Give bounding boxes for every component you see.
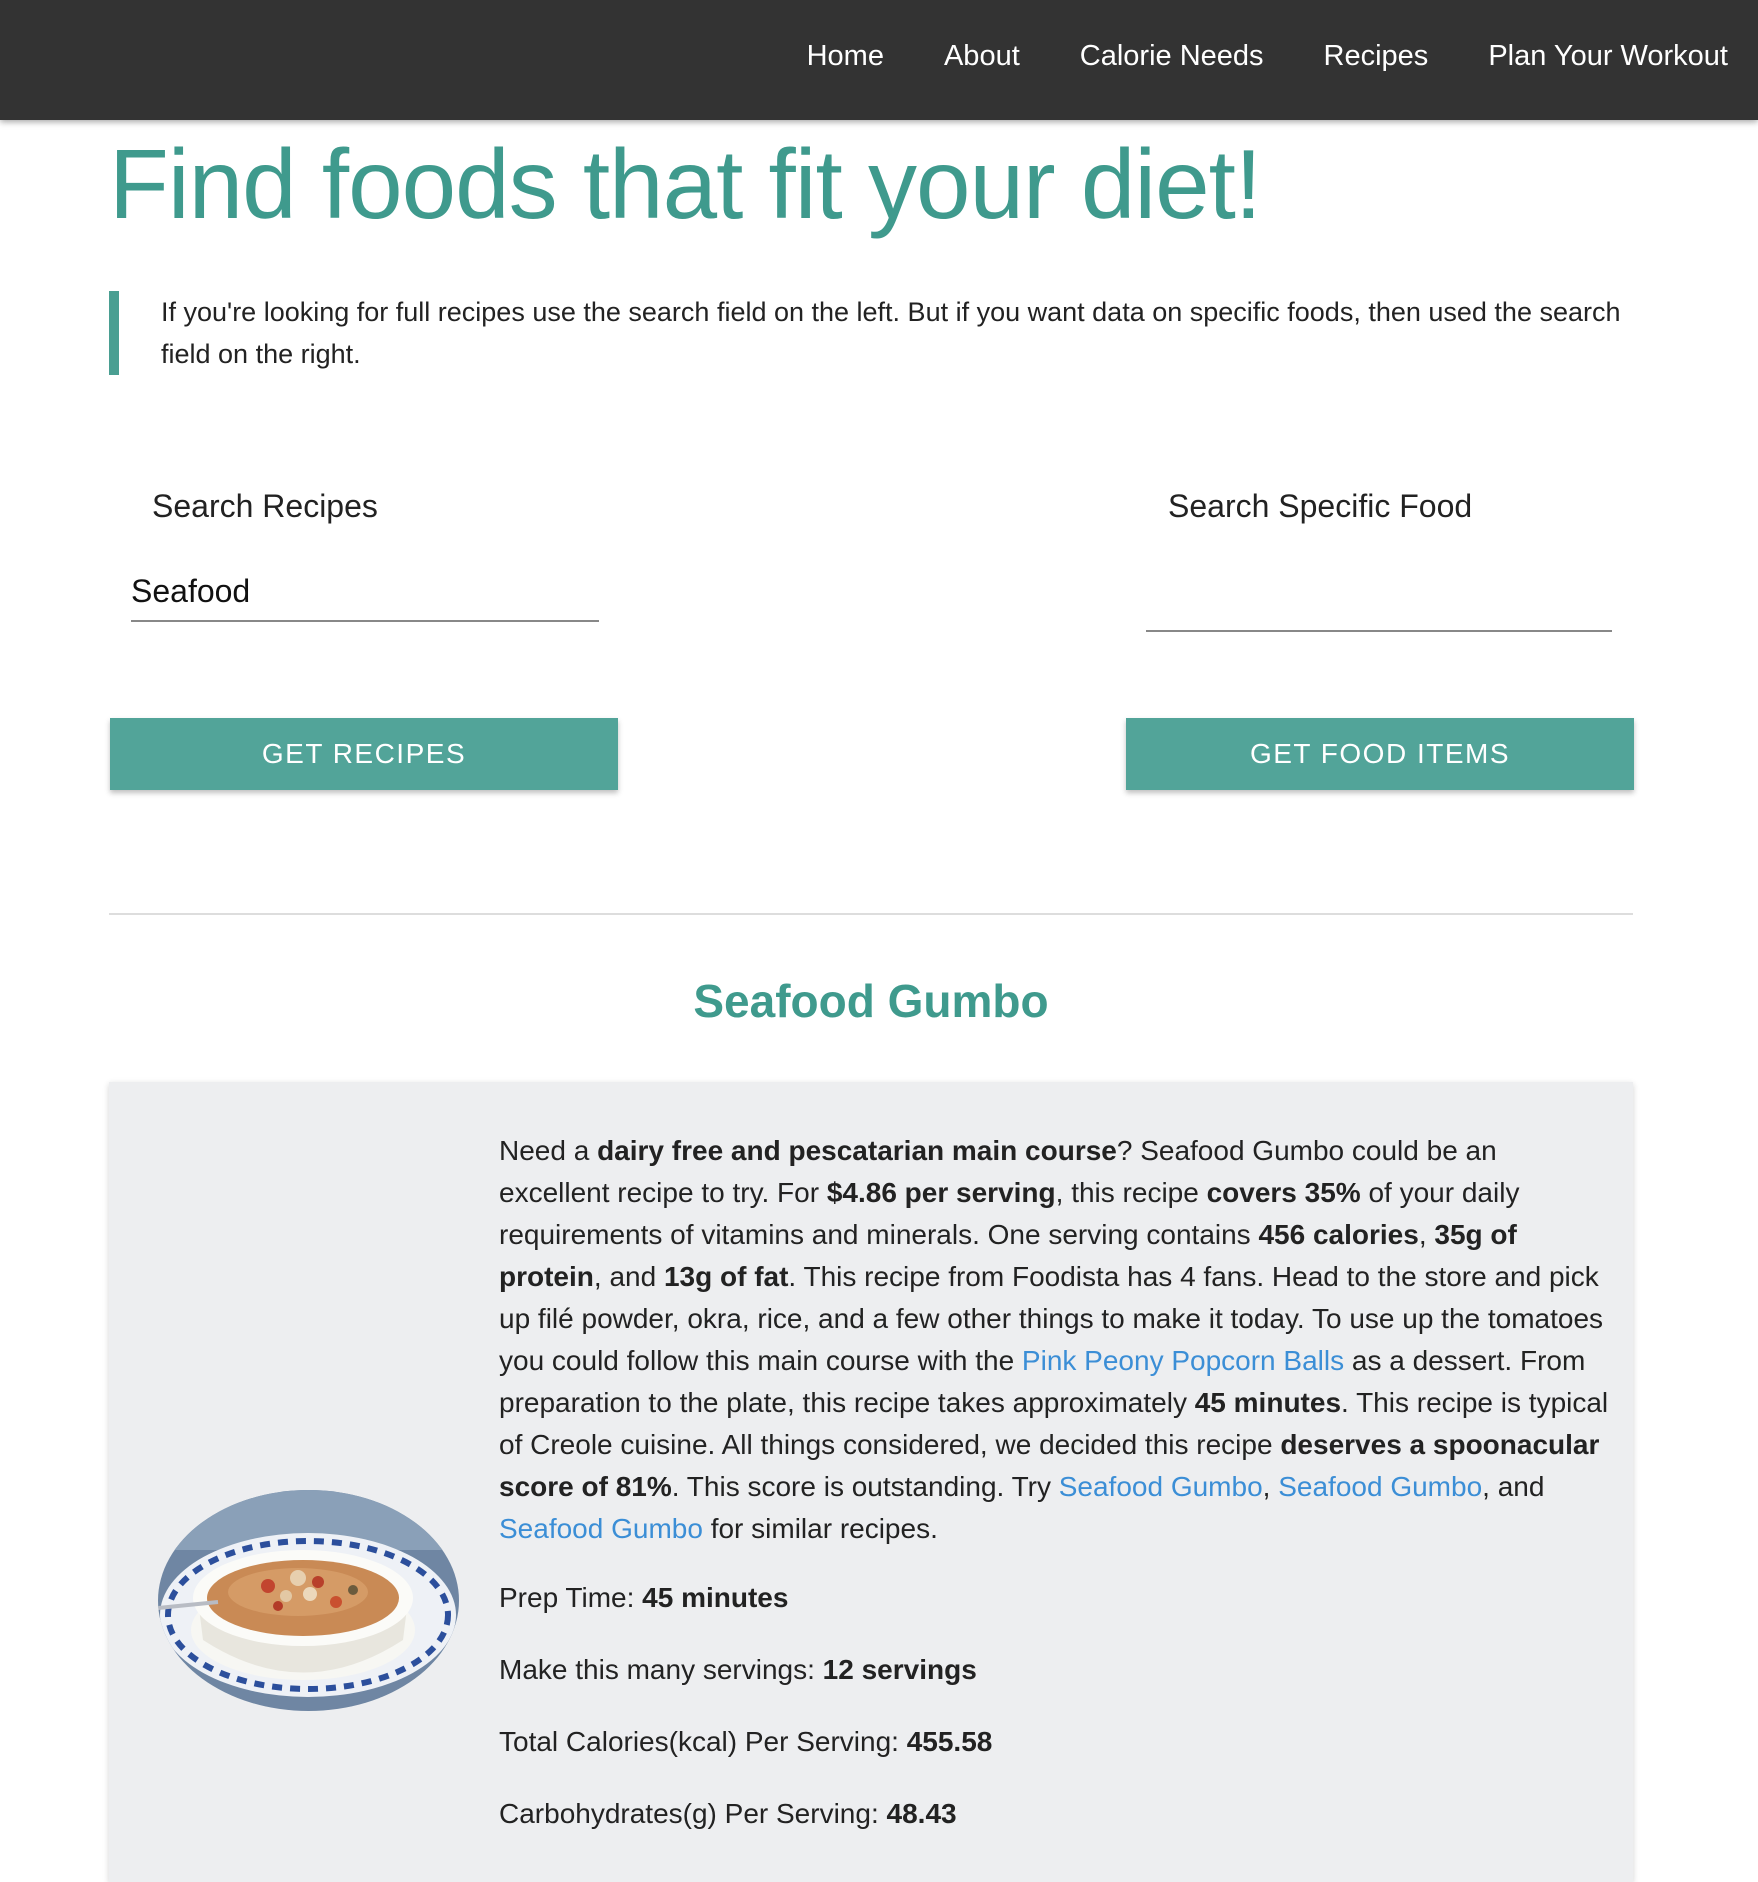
- carbs-per-serving: Carbohydrates(g) Per Serving: 48.43: [499, 1798, 957, 1830]
- summary-bold: 45 minutes: [1194, 1387, 1342, 1418]
- summary-bold: covers 35%: [1206, 1177, 1361, 1208]
- nav-link-about[interactable]: About: [914, 42, 1050, 71]
- servings-value: 12 servings: [822, 1654, 977, 1685]
- summary-text: for similar recipes.: [702, 1513, 938, 1544]
- prep-time: Prep Time: 45 minutes: [499, 1582, 788, 1614]
- calories-value: 455.58: [906, 1726, 993, 1757]
- nav-links: Home About Calorie Needs Recipes Plan Yo…: [777, 0, 1758, 113]
- summary-text: ,: [1262, 1471, 1279, 1502]
- carbs-label: Carbohydrates(g) Per Serving:: [499, 1798, 887, 1829]
- summary-text: , this recipe: [1055, 1177, 1207, 1208]
- calories-label: Total Calories(kcal) Per Serving:: [499, 1726, 907, 1757]
- get-recipes-button[interactable]: Get Recipes: [110, 718, 618, 790]
- summary-bold: dairy free and pescatarian main course: [597, 1135, 1117, 1166]
- link-similar-recipe-3[interactable]: Seafood Gumbo: [499, 1513, 703, 1544]
- summary-text: ,: [1418, 1219, 1435, 1250]
- summary-bold: $4.86 per serving: [826, 1177, 1056, 1208]
- search-recipes-label: Search Recipes: [152, 488, 378, 524]
- recipe-summary: Need a dairy free and pescatarian main c…: [499, 1130, 1609, 1550]
- search-food-input[interactable]: [1146, 572, 1612, 632]
- summary-text: Need a: [499, 1135, 598, 1166]
- recipe-title: Seafood Gumbo: [693, 975, 1049, 1027]
- summary-bold: 456 calories: [1258, 1219, 1419, 1250]
- page-title: Find foods that fit your diet!: [109, 129, 1262, 239]
- calories-per-serving: Total Calories(kcal) Per Serving: 455.58: [499, 1726, 992, 1758]
- get-food-items-button[interactable]: Get Food Items: [1126, 718, 1634, 790]
- search-food-label: Search Specific Food: [1168, 488, 1473, 524]
- link-similar-recipe-1[interactable]: Seafood Gumbo: [1059, 1471, 1263, 1502]
- search-recipes-input[interactable]: [131, 562, 599, 622]
- summary-text: , and: [593, 1261, 664, 1292]
- recipe-card: Need a dairy free and pescatarian main c…: [109, 1082, 1633, 1882]
- servings-label: Make this many servings:: [499, 1654, 823, 1685]
- prep-time-label: Prep Time:: [499, 1582, 643, 1613]
- carbs-value: 48.43: [886, 1798, 957, 1829]
- summary-text: . This score is outstanding. Try: [671, 1471, 1059, 1502]
- nav-link-home[interactable]: Home: [777, 42, 914, 71]
- section-divider: [109, 913, 1633, 915]
- nav-link-plan-your-workout[interactable]: Plan Your Workout: [1458, 42, 1758, 71]
- summary-bold: 13g of fat: [663, 1261, 789, 1292]
- link-similar-recipe-2[interactable]: Seafood Gumbo: [1278, 1471, 1482, 1502]
- servings: Make this many servings: 12 servings: [499, 1654, 977, 1686]
- recipe-image: [158, 1490, 459, 1711]
- intro-blockquote: If you're looking for full recipes use t…: [109, 291, 1629, 375]
- prep-time-value: 45 minutes: [642, 1582, 789, 1613]
- gumbo-bowl-image: [158, 1490, 459, 1711]
- summary-text: , and: [1482, 1471, 1545, 1502]
- link-pink-peony-popcorn-balls[interactable]: Pink Peony Popcorn Balls: [1022, 1345, 1344, 1376]
- top-navbar: Home About Calorie Needs Recipes Plan Yo…: [0, 0, 1758, 120]
- nav-link-calorie-needs[interactable]: Calorie Needs: [1050, 42, 1294, 71]
- nav-link-recipes[interactable]: Recipes: [1294, 42, 1459, 71]
